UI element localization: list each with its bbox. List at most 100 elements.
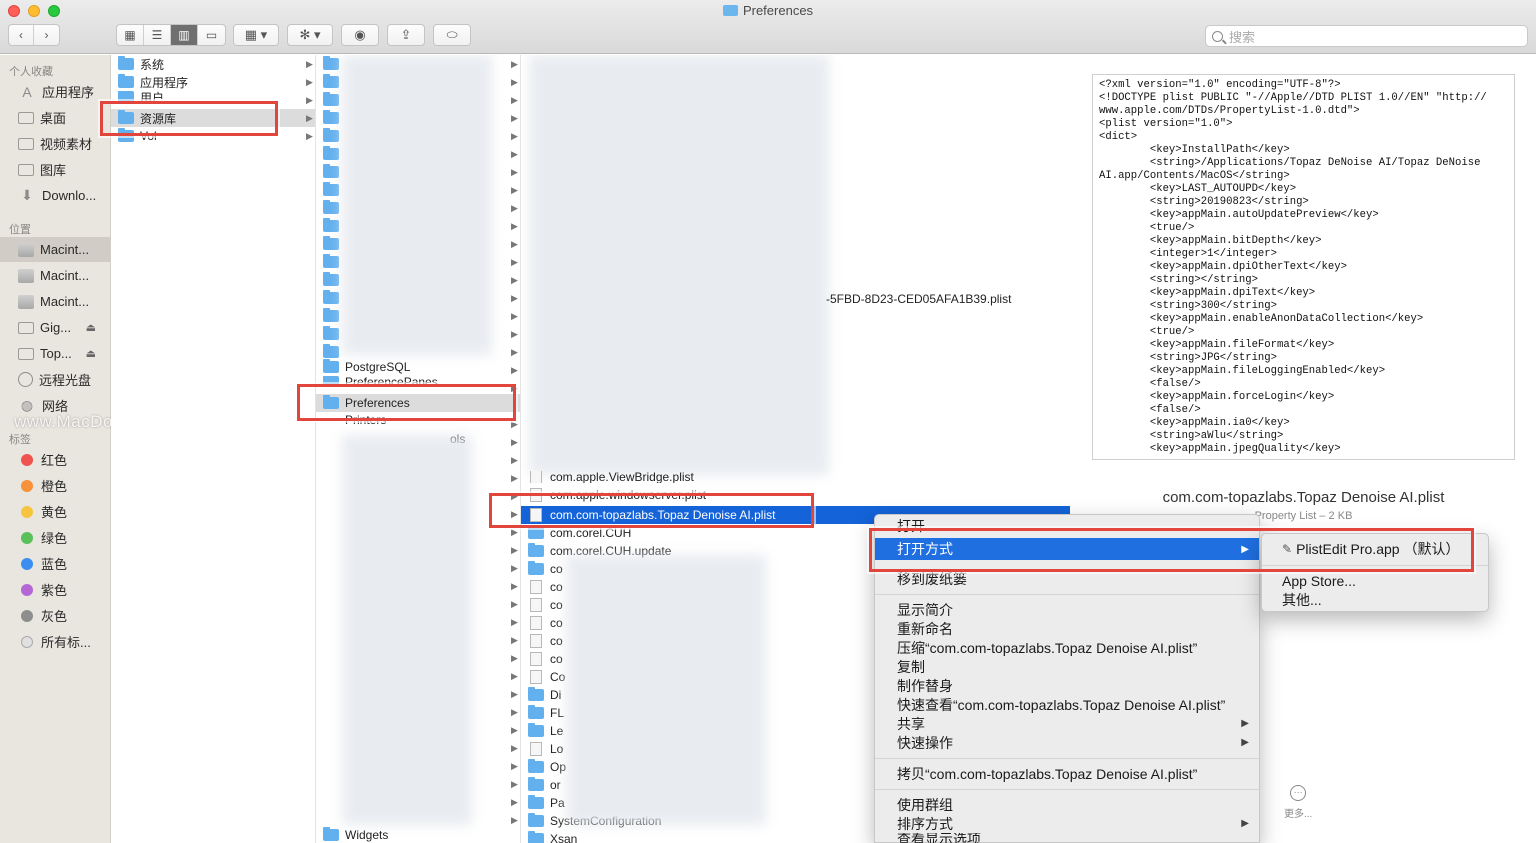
folder-icon: [323, 218, 339, 232]
chevron-right-icon: ▶: [511, 599, 518, 609]
column-view-icon[interactable]: ▥: [171, 25, 198, 45]
sidebar-tag-red[interactable]: 红色: [0, 447, 110, 472]
menu-item-use-groups[interactable]: 使用群组: [875, 795, 953, 814]
folder-icon: [528, 777, 544, 791]
locations-header: 位置: [9, 224, 31, 236]
list-item[interactable]: com.apple.ViewBridge.plist: [521, 471, 1070, 483]
list-view-icon[interactable]: ☰: [144, 25, 171, 45]
sidebar-item-library[interactable]: 图库: [0, 157, 110, 182]
file-icon: [530, 670, 542, 684]
sidebar-tag-all[interactable]: 所有标...: [0, 629, 110, 654]
menu-item-duplicate[interactable]: 复制: [875, 657, 925, 676]
chevron-right-icon[interactable]: ›: [34, 25, 59, 45]
menu-separator: [875, 594, 1259, 595]
menu-item-share[interactable]: 共享 ▶: [875, 714, 1259, 733]
sidebar-item-volume-top[interactable]: Top... ⏏: [0, 341, 110, 366]
download-icon: ⬇: [21, 187, 33, 203]
eye-icon: ◉: [354, 27, 366, 42]
folder-icon: [323, 290, 339, 304]
sidebar-tag-yellow[interactable]: 黄色: [0, 499, 110, 524]
list-item-label: Di: [550, 688, 562, 702]
folder-icon: [323, 164, 339, 178]
sidebar-tag-blue[interactable]: 蓝色: [0, 551, 110, 576]
sidebar-item-disk-2[interactable]: Macint...: [0, 263, 110, 288]
eject-icon[interactable]: ⏏: [86, 321, 96, 334]
folder-icon: [323, 272, 339, 286]
folder-icon: [528, 831, 544, 843]
tag-button[interactable]: ⬭: [433, 24, 471, 46]
sidebar-item-desktop[interactable]: 桌面: [0, 105, 110, 130]
list-item[interactable]: Widgets: [316, 826, 520, 843]
column-root: 系统 ▶ 应用程序 ▶ 用户 ▶ 资源库 ▶ Vol ▶: [111, 55, 316, 843]
all-tags-icon: [21, 635, 33, 648]
folder-icon: [323, 110, 339, 124]
folder-icon: [323, 92, 339, 106]
chevron-right-icon: ▶: [511, 689, 518, 699]
chevron-left-icon[interactable]: ‹: [9, 25, 34, 45]
quick-look-button[interactable]: ◉: [341, 24, 379, 46]
group-button[interactable]: ▦ ▾: [233, 24, 279, 46]
chevron-right-icon: ▶: [511, 779, 518, 789]
sidebar-tag-orange[interactable]: 橙色: [0, 473, 110, 498]
list-item[interactable]: 系统: [111, 55, 315, 73]
chevron-right-icon: ▶: [511, 275, 518, 285]
more-icon: ···: [1290, 785, 1307, 801]
list-item[interactable]: 应用程序: [111, 73, 315, 91]
folder-icon: [323, 326, 339, 340]
menu-item-get-info[interactable]: 显示简介: [875, 600, 953, 619]
sidebar-item-applications[interactable]: A 应用程序: [0, 79, 110, 104]
list-item-partial-name[interactable]: -5FBD-8D23-CED05AFA1B39.plist: [826, 290, 1011, 308]
blurred-content: [566, 555, 766, 825]
sidebar-item-videos[interactable]: 视频素材: [0, 131, 110, 156]
folder-icon: [528, 705, 544, 719]
list-item-label: co: [550, 598, 563, 612]
sidebar-tag-green[interactable]: 绿色: [0, 525, 110, 550]
more-button[interactable]: ··· 更多...: [1284, 785, 1312, 820]
sidebar-item-disk-3[interactable]: Macint...: [0, 289, 110, 314]
chevron-right-icon: ▶: [511, 581, 518, 591]
search-input[interactable]: 搜索: [1205, 25, 1528, 47]
folder-icon: [323, 146, 339, 160]
sidebar-tag-purple[interactable]: 紫色: [0, 577, 110, 602]
orange-tag-icon: [21, 479, 33, 492]
menu-item-compress[interactable]: 压缩“com.com-topazlabs.Topaz Denoise AI.pl…: [875, 638, 1197, 657]
favorites-header: 个人收藏: [9, 66, 53, 78]
sidebar-item-disk-1[interactable]: Macint...: [0, 237, 110, 262]
action-button[interactable]: ✻ ▾: [287, 24, 333, 46]
menu-item-quick-look[interactable]: 快速查看“com.com-topazlabs.Topaz Denoise AI.…: [875, 695, 1225, 714]
gallery-view-icon[interactable]: ▭: [198, 25, 225, 45]
eject-icon[interactable]: ⏏: [86, 347, 96, 360]
chevron-right-icon: ▶: [511, 167, 518, 177]
list-item-label: Xsan: [550, 832, 578, 843]
folder-icon: [323, 200, 339, 214]
sidebar-item-remote-disc[interactable]: 远程光盘: [0, 367, 110, 392]
submenu-arrow-icon: ▶: [1241, 818, 1249, 829]
sidebar-item-volume-gig[interactable]: Gig... ⏏: [0, 315, 110, 340]
list-item[interactable]: PostgreSQL: [316, 358, 520, 376]
disc-icon: [18, 372, 33, 387]
chevron-right-icon: ▶: [511, 725, 518, 735]
chevron-right-icon: ▶: [511, 185, 518, 195]
green-tag-icon: [21, 531, 33, 544]
sidebar-item-downloads[interactable]: ⬇ Downlo...: [0, 183, 110, 208]
menu-item-quick-actions[interactable]: 快速操作 ▶: [875, 733, 1259, 752]
chevron-right-icon: ▶: [511, 257, 518, 267]
view-mode-selector: ▦ ☰ ▥ ▭: [116, 24, 226, 46]
search-icon: [1212, 30, 1223, 42]
file-icon: [530, 471, 542, 483]
preview-file-name: com.com-topazlabs.Topaz Denoise AI.plist: [1162, 489, 1445, 506]
share-button[interactable]: ⇪: [387, 24, 425, 46]
chevron-right-icon: ▶: [511, 545, 518, 555]
icon-view-icon[interactable]: ▦: [117, 25, 144, 45]
menu-item-rename[interactable]: 重新命名: [875, 619, 953, 638]
submenu-item-app-store[interactable]: App Store...: [1262, 571, 1356, 590]
folder-icon: [323, 182, 339, 196]
submenu-item-other[interactable]: 其他...: [1262, 590, 1322, 609]
menu-item-sort-by[interactable]: 排序方式 ▶: [875, 814, 1259, 833]
menu-item-view-options[interactable]: 查看显示选项: [875, 833, 981, 843]
list-item-label: com.corel.CUH: [550, 526, 632, 540]
menu-item-make-alias[interactable]: 制作替身: [875, 676, 953, 695]
sidebar-tag-gray[interactable]: 灰色: [0, 603, 110, 628]
yellow-tag-icon: [21, 505, 33, 518]
menu-item-copy[interactable]: 拷贝“com.com-topazlabs.Topaz Denoise AI.pl…: [875, 764, 1197, 783]
